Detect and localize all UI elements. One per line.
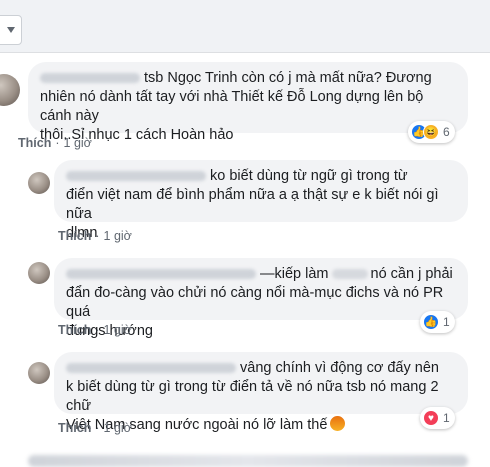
like-link[interactable]: Thích: [58, 323, 91, 337]
avatar[interactable]: [0, 74, 20, 106]
commenter-name[interactable]: [66, 363, 236, 374]
love-icon: ♥: [423, 410, 439, 426]
comment-text: nhiên nó dành tất tay với nhà Thiết kế Đ…: [40, 89, 424, 124]
comment-sort-bar: [0, 0, 490, 53]
commenter-name[interactable]: [66, 269, 256, 280]
timestamp[interactable]: 1 giờ: [64, 136, 92, 150]
comment-actions: Thích · 1 giờ: [58, 421, 132, 435]
reaction-count: 1: [443, 411, 450, 425]
comment-text: vâng chính vì động cơ đấy nên: [240, 360, 439, 376]
timestamp[interactable]: 1 giờ: [104, 323, 132, 337]
comment-actions: Thích · 1 giờ: [58, 229, 132, 243]
comment-actions: Thích · 1 giờ: [58, 323, 132, 337]
sort-dropdown-button[interactable]: [0, 15, 22, 45]
like-link[interactable]: Thích: [58, 229, 91, 243]
comment-bubble: vâng chính vì động cơ đấy nên k biết dùn…: [54, 352, 468, 433]
redacted-word: [331, 269, 368, 280]
reaction-summary[interactable]: 👍 1: [420, 311, 455, 333]
like-icon: 👍: [423, 314, 439, 330]
comment-text: thôi..Sỉ nhục 1 cách Hoàn hảo: [40, 127, 234, 143]
reaction-count: 1: [443, 315, 450, 329]
comment-actions: Thích · 1 giờ: [18, 136, 92, 150]
chevron-down-icon: [7, 27, 15, 33]
avatar[interactable]: [28, 362, 50, 384]
avatar[interactable]: [28, 172, 50, 194]
comment-text: ko biết dùng từ ngữ gì trong từ: [210, 168, 408, 184]
comment-text: —kiếp làm: [260, 266, 329, 282]
angry-emoji-icon: [330, 416, 346, 431]
timestamp[interactable]: 1 giờ: [104, 421, 132, 435]
comment-bubble: tsb Ngọc Trinh còn có j mà mất nữa? Đươn…: [28, 62, 468, 143]
comment-bubble: —kiếp làm nó cần j phải đẩn đo-càng vào c…: [54, 258, 468, 339]
comment-text: điển việt nam để bình phẩm nữa a ạ thật …: [66, 187, 439, 222]
haha-icon: 😆: [423, 124, 439, 140]
comment-text: đẩn đo-càng vào chửi nó càng nổi mà-mục …: [66, 285, 444, 320]
comment-text: nó cần j phải: [370, 266, 453, 282]
commenter-name[interactable]: [40, 73, 140, 84]
like-link[interactable]: Thích: [58, 421, 91, 435]
reaction-summary[interactable]: ♥ 1: [420, 407, 455, 429]
timestamp[interactable]: 1 giờ: [104, 229, 132, 243]
reaction-count: 6: [443, 125, 450, 139]
commenter-name[interactable]: [66, 171, 206, 182]
comment-bubble: ko biết dùng từ ngữ gì trong từ điển việ…: [54, 160, 468, 241]
like-link[interactable]: Thích: [18, 136, 51, 150]
comment-text: tsb Ngọc Trinh còn có j mà mất nữa? Đươn…: [144, 70, 432, 86]
next-comment-preview: [28, 455, 468, 467]
comment-text: k biết dùng từ gì trong từ điển tả về nó…: [66, 379, 439, 414]
avatar[interactable]: [28, 262, 50, 284]
reaction-summary[interactable]: 👍 😆 6: [408, 121, 455, 143]
